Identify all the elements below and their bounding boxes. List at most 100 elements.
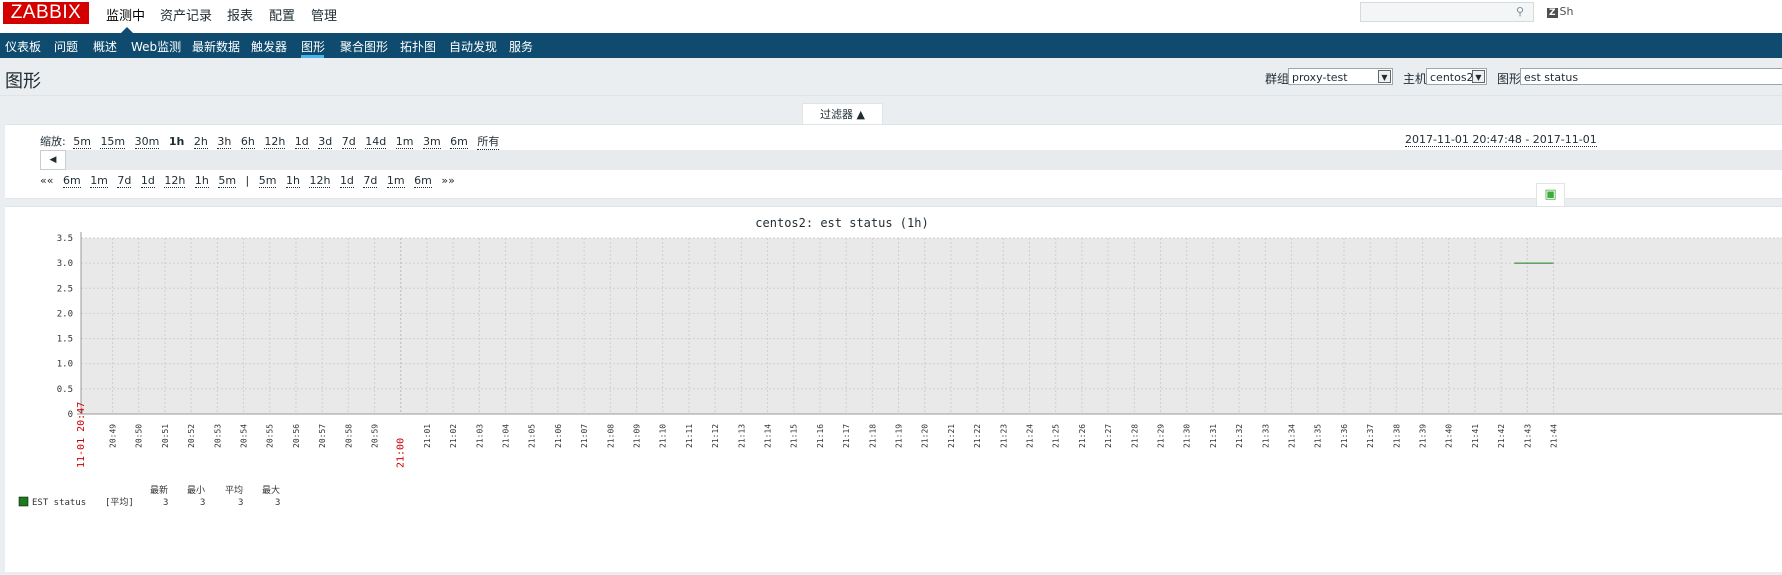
legend-value-max: 3 bbox=[275, 498, 280, 508]
search-input[interactable] bbox=[1360, 2, 1534, 22]
zoom-3h[interactable]: 3h bbox=[217, 135, 232, 149]
filter-toggle-tab[interactable]: 过滤器 ▲ bbox=[802, 103, 883, 125]
nav-fwd-12h[interactable]: 12h bbox=[309, 174, 331, 188]
nav-fwd-7d[interactable]: 7d bbox=[363, 174, 378, 188]
sub-item-problems[interactable]: 问题 bbox=[54, 38, 78, 55]
x-tick-label: 21:33 bbox=[1261, 424, 1270, 448]
date-range[interactable]: 2017-11-01 20:47:48 - 2017-11-01 bbox=[1405, 133, 1597, 147]
sub-item-overview[interactable]: 概述 bbox=[93, 38, 117, 55]
x-tick-label: 21:02 bbox=[449, 424, 458, 448]
menu-item-inventory[interactable]: 资产记录 bbox=[160, 5, 212, 24]
sub-item-latest-data[interactable]: 最新数据 bbox=[192, 38, 240, 55]
menu-item-configuration[interactable]: 配置 bbox=[269, 5, 295, 24]
sub-item-web[interactable]: Web监测 bbox=[131, 38, 181, 55]
zabbix-logo[interactable]: ZABBIX bbox=[3, 2, 89, 24]
zoom-6h[interactable]: 6h bbox=[240, 135, 255, 149]
sub-item-dashboard[interactable]: 仪表板 bbox=[5, 38, 41, 55]
x-tick-label: 21:30 bbox=[1183, 424, 1192, 448]
sub-item-discovery[interactable]: 自动发现 bbox=[449, 38, 497, 55]
nav-back-1h[interactable]: 1h bbox=[194, 174, 209, 188]
zoom-all[interactable]: 所有 bbox=[477, 133, 500, 150]
menu-item-monitoring[interactable]: 监测中 bbox=[106, 5, 145, 24]
x-tick-label: 20:55 bbox=[266, 424, 275, 448]
host-select-value: centos2 bbox=[1430, 71, 1474, 84]
sub-item-screens[interactable]: 聚合图形 bbox=[340, 38, 388, 55]
y-tick-label: 2.5 bbox=[57, 284, 73, 294]
nav-back-7d[interactable]: 7d bbox=[117, 174, 132, 188]
sub-item-services[interactable]: 服务 bbox=[509, 38, 533, 55]
y-tick-label: 3.5 bbox=[57, 234, 73, 244]
x-tick-label: 21:25 bbox=[1052, 424, 1061, 448]
sub-item-maps[interactable]: 拓扑图 bbox=[400, 38, 436, 55]
zoom-3d[interactable]: 3d bbox=[318, 135, 333, 149]
arrow-left-icon: ◀ bbox=[49, 155, 57, 165]
menu-item-administration[interactable]: 管理 bbox=[311, 5, 337, 24]
nav-fwd-1d[interactable]: 1d bbox=[339, 174, 354, 188]
zoom-2h[interactable]: 2h bbox=[193, 135, 208, 149]
search-icon[interactable]: ⚲ bbox=[1516, 5, 1526, 18]
zoom-14d[interactable]: 14d bbox=[365, 135, 387, 149]
legend-header-avg: 平均 bbox=[225, 484, 243, 496]
legend-header-last: 最新 bbox=[150, 484, 168, 496]
nav-fwd-5m[interactable]: 5m bbox=[258, 174, 277, 188]
legend-header-max: 最大 bbox=[262, 484, 280, 496]
zoom-3m[interactable]: 3m bbox=[422, 135, 441, 149]
y-tick-label: 0.5 bbox=[57, 385, 73, 395]
x-tick-label: 21:13 bbox=[737, 424, 746, 448]
share-label: Sh bbox=[1559, 5, 1574, 18]
y-tick-label: 1.5 bbox=[57, 335, 73, 345]
x-tick-label: 20:51 bbox=[161, 424, 170, 448]
graph-chart: 0 0.5 1.0 1.5 2.0 2.5 3.0 3.5 11-01 20:47 20:49 2… bbox=[18, 216, 1782, 508]
zoom-30m[interactable]: 30m bbox=[134, 135, 160, 149]
x-tick-label: 21:40 bbox=[1445, 424, 1454, 448]
x-tick-label: 20:59 bbox=[371, 424, 380, 448]
sub-item-triggers[interactable]: 触发器 bbox=[251, 38, 287, 55]
zoom-1m[interactable]: 1m bbox=[395, 135, 414, 149]
nav-back-6m[interactable]: 6m bbox=[62, 174, 81, 188]
nav-back-prefix[interactable]: «« bbox=[40, 174, 53, 187]
nav-fwd-6m[interactable]: 6m bbox=[414, 174, 432, 188]
graph-title: centos2: est status (1h) bbox=[755, 216, 928, 230]
nav-fwd-1h[interactable]: 1h bbox=[285, 174, 300, 188]
legend-item-name: EST status bbox=[32, 498, 86, 508]
fullscreen-icon[interactable]: ▣ bbox=[1536, 183, 1565, 208]
menu-item-reports[interactable]: 报表 bbox=[227, 5, 253, 24]
scroll-left-button[interactable]: ◀ bbox=[40, 150, 66, 170]
sub-menu: 仪表板 问题 概述 Web监测 最新数据 触发器 图形 聚合图形 拓扑图 自动发… bbox=[0, 33, 1782, 58]
nav-fwd-1m[interactable]: 1m bbox=[386, 174, 405, 188]
x-tick-label: 21:09 bbox=[633, 424, 642, 448]
x-tick-label: 21:39 bbox=[1419, 424, 1428, 448]
graph-select[interactable]: est status bbox=[1520, 68, 1782, 85]
share-link[interactable]: Z Sh bbox=[1547, 5, 1574, 18]
x-tick-label: 21:06 bbox=[554, 424, 563, 448]
zoom-1h[interactable]: 1h bbox=[169, 135, 185, 148]
x-tick-label: 21:44 bbox=[1550, 424, 1559, 448]
nav-back-1m[interactable]: 1m bbox=[90, 174, 108, 188]
y-tick-label: 2.0 bbox=[57, 309, 73, 319]
x-tick-label: 21:22 bbox=[973, 424, 982, 448]
x-tick-label: 21:41 bbox=[1471, 424, 1480, 448]
group-select[interactable]: proxy-test ▼ bbox=[1288, 68, 1393, 85]
nav-back-12h[interactable]: 12h bbox=[164, 174, 186, 188]
zoom-15m[interactable]: 15m bbox=[100, 135, 126, 149]
zoom-7d[interactable]: 7d bbox=[341, 135, 356, 149]
sub-item-graphs[interactable]: 图形 bbox=[301, 38, 325, 55]
nav-forward-suffix[interactable]: »» bbox=[441, 174, 454, 187]
x-tick-label: 21:17 bbox=[842, 424, 851, 448]
zoom-6m[interactable]: 6m bbox=[450, 135, 468, 149]
nav-back-5m[interactable]: 5m bbox=[218, 174, 237, 188]
x-tick-label: 20:52 bbox=[187, 424, 196, 448]
group-select-value: proxy-test bbox=[1292, 71, 1348, 84]
x-tick-label: 21:07 bbox=[580, 424, 589, 448]
nav-back-1d[interactable]: 1d bbox=[140, 174, 155, 188]
zoom-1d[interactable]: 1d bbox=[294, 135, 309, 149]
x-tick-label: 21:20 bbox=[921, 424, 930, 448]
zoom-12h[interactable]: 12h bbox=[264, 135, 286, 149]
zoom-5m[interactable]: 5m bbox=[73, 135, 91, 149]
graph-label: 图形 bbox=[1497, 72, 1522, 86]
time-scrollbar-track[interactable] bbox=[40, 150, 1782, 170]
x-tick-label: 21:31 bbox=[1209, 424, 1218, 448]
chevron-down-icon: ▼ bbox=[1378, 70, 1391, 83]
host-select[interactable]: centos2 ▼ bbox=[1426, 68, 1487, 85]
host-label: 主机 bbox=[1403, 72, 1428, 86]
